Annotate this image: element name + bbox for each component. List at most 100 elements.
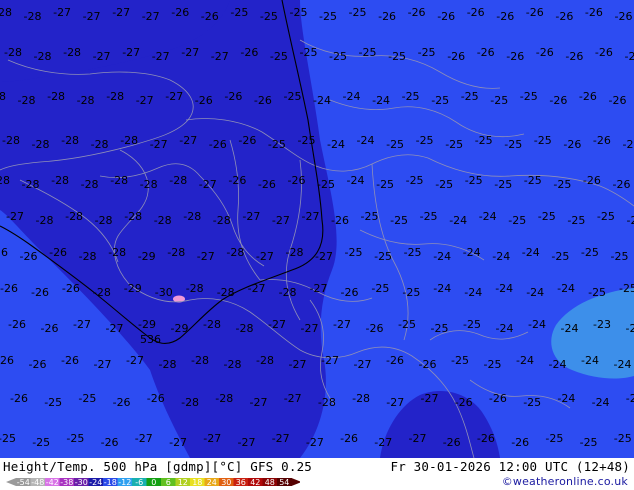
temperature-label: -27 <box>165 90 183 103</box>
temperature-label: -26 <box>408 6 426 19</box>
temperature-label: -28 <box>203 318 221 331</box>
temperature-label: -26 <box>563 138 581 151</box>
temperature-label: -27 <box>272 214 290 227</box>
temperature-label: -27 <box>333 318 351 331</box>
temperature-label: -24 <box>557 392 575 405</box>
legend-tick-label: 30 <box>221 478 231 487</box>
legend-tick-label: -6 <box>135 478 143 487</box>
temperature-label: -25 <box>551 250 569 263</box>
temperature-label: -27 <box>199 178 217 191</box>
temperature-label: -28 <box>124 210 142 223</box>
temperature-label: -27 <box>211 50 229 63</box>
contour-label-536: 536 <box>140 333 161 346</box>
temperature-label: -26 <box>506 50 524 63</box>
temperature-label: -26 <box>341 286 359 299</box>
temperature-label: -26 <box>209 138 227 151</box>
temperature-label: -26 <box>41 322 59 335</box>
map-title: Height/Temp. 500 hPa [gdmp][°C] GFS 0.25 <box>3 459 313 474</box>
temperature-label: -26 <box>0 246 8 259</box>
temperature-label: -25 <box>0 432 16 445</box>
temperature-label: -25 <box>451 354 469 367</box>
temperature-label: -28 <box>169 174 187 187</box>
temperature-label: -26 <box>437 10 455 23</box>
temperature-label: -25 <box>66 432 84 445</box>
legend-tick-label: -18 <box>104 478 117 487</box>
temperature-label: -25 <box>44 396 62 409</box>
site-credit-link[interactable]: ©weatheronline.co.uk <box>502 475 628 488</box>
temperature-label: -25 <box>597 210 615 223</box>
temperature-label: -28 <box>256 354 274 367</box>
temperature-label: -24 <box>522 246 540 259</box>
temperature-label: -27 <box>112 6 130 19</box>
temperature-label: -25 <box>627 214 634 227</box>
temperature-label: -25 <box>435 178 453 191</box>
temperature-label: -28 <box>159 358 177 371</box>
temperature-label: -25 <box>538 210 556 223</box>
temperature-label: -24 <box>313 94 331 107</box>
temperature-label: -28 <box>63 46 81 59</box>
temperature-label: -25 <box>431 94 449 107</box>
temperature-label: -26 <box>536 46 554 59</box>
temperature-label: -25 <box>345 246 363 259</box>
temperature-label: -28 <box>24 10 42 23</box>
temperature-label: -26 <box>366 322 384 335</box>
temperature-label: -26 <box>8 318 26 331</box>
temperature-label: -27 <box>126 354 144 367</box>
temperature-label: -28 <box>77 94 95 107</box>
temperature-label: -27 <box>272 432 290 445</box>
temperature-label: -27 <box>321 354 339 367</box>
temperature-label: -26 <box>228 174 246 187</box>
temperature-label: -25 <box>398 318 416 331</box>
temperature-label: -28 <box>81 178 99 191</box>
temperature-label: -26 <box>555 10 573 23</box>
temperature-label: -27 <box>152 50 170 63</box>
temperature-label: -25 <box>406 174 424 187</box>
temperature-label: -26 <box>615 10 633 23</box>
temperature-label: -28 <box>191 354 209 367</box>
temperature-label: -26 <box>549 94 567 107</box>
temperature-label: -28 <box>140 178 158 191</box>
temperature-label: -25 <box>317 178 335 191</box>
temperature-label: -25 <box>260 10 278 23</box>
temperature-label: -24 <box>592 396 610 409</box>
temperature-label: -28 <box>183 210 201 223</box>
temperature-label: -28 <box>279 286 297 299</box>
temperature-label: -28 <box>110 174 128 187</box>
temperature-color-legend: -54 -48 -42 -38 -30 -24 -18 -12 -6 0 6 12 18 24 30 36 42… <box>6 478 300 487</box>
temperature-label: -27 <box>302 210 320 223</box>
temperature-label: -26 <box>171 6 189 19</box>
legend-arrow-right <box>291 478 300 486</box>
temperature-label: -27 <box>197 250 215 263</box>
temperature-label: -27 <box>374 436 392 449</box>
temperature-label: -28 <box>2 134 20 147</box>
temperature-label: -26 <box>583 174 601 187</box>
temperature-label: -26 <box>49 246 67 259</box>
temperature-label: -28 <box>93 286 111 299</box>
temperature-label: -24 <box>581 354 599 367</box>
temperature-label: -24 <box>492 250 510 263</box>
temperature-label: -25 <box>520 90 538 103</box>
temperature-label: -28 <box>65 210 83 223</box>
temperature-label: -25 <box>461 90 479 103</box>
temperature-label: -28 <box>167 246 185 259</box>
temperature-label: -26 <box>511 436 529 449</box>
temperature-label: -25 <box>619 282 634 295</box>
legend-tick-label: 48 <box>265 478 275 487</box>
temperature-label: -24 <box>479 210 497 223</box>
temperature-label: -26 <box>147 392 165 405</box>
legend-tick-label: -24 <box>89 478 102 487</box>
legend-tick-label: -38 <box>60 478 73 487</box>
temperature-label: -28 <box>120 134 138 147</box>
weather-map: 536 -28 -28 -27 -27 -27 -27 -26 -26 -25 -25 -25 -25… <box>0 0 634 458</box>
legend-tick-label: -42 <box>46 478 59 487</box>
temperature-label: -24 <box>614 358 632 371</box>
temperature-label: -25 <box>553 178 571 191</box>
temperature-label: -25 <box>270 50 288 63</box>
temperature-label: -26 <box>224 90 242 103</box>
temperature-label: -28 <box>18 94 36 107</box>
temperature-label: -27 <box>284 392 302 405</box>
temperature-label: -24 <box>496 322 514 335</box>
temperature-label: -25 <box>534 134 552 147</box>
temperature-label: -26 <box>565 50 583 63</box>
temperature-label: -28 <box>318 396 336 409</box>
